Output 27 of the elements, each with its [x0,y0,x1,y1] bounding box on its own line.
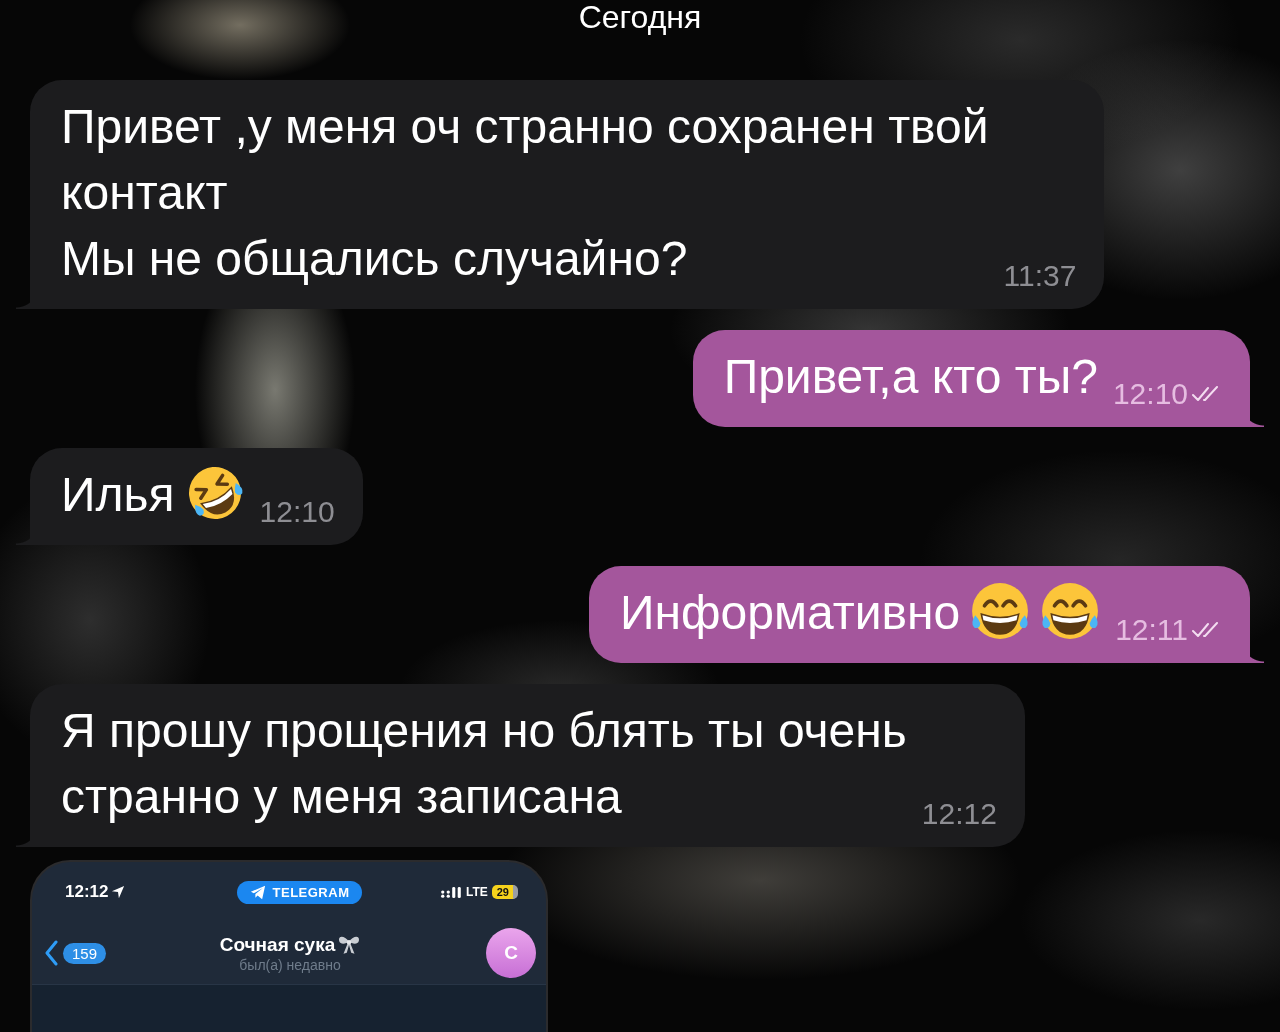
date-label: Сегодня [578,0,702,37]
message-time: 12:11 [1115,615,1188,645]
message-text: Илья [61,468,175,521]
tears-of-joy-emoji-icon [1040,581,1101,641]
message-time: 12:10 [259,497,335,527]
location-arrow-icon [111,885,126,899]
message-text: Я прошу прощения но блять ты очень странно у меня записана [61,704,907,823]
back-icon[interactable] [44,940,58,966]
paper-plane-icon [249,884,266,900]
network-type: LTE [465,885,488,899]
message-time: 11:37 [1003,261,1077,291]
unread-count[interactable]: 159 [63,942,107,964]
message-text: Привет ,у меня оч странно сохранен твой контакт Мы не общались случайно? [61,100,989,285]
message-time: 12:12 [921,799,997,829]
bow-icon [338,934,361,955]
message-text: Привет,а кто ты? [723,350,1098,403]
battery-indicator: 29 [491,885,518,899]
message-time: 12:10 [1112,379,1188,409]
screenshot-preview[interactable]: 12:12 TELEGRAM LTE 29 159 Сочная сука был(а) недавно С [30,860,548,1032]
signal-icon [439,885,462,899]
app-name: TELEGRAM [272,884,350,900]
contact-avatar[interactable]: С [486,928,536,978]
status-time: 12:12 [65,882,109,902]
chat-title: Сочная сука [219,933,336,956]
tears-of-joy-emoji-icon [970,581,1031,641]
message-text: Информативно [620,586,961,639]
last-seen-status: был(а) недавно [239,956,341,973]
